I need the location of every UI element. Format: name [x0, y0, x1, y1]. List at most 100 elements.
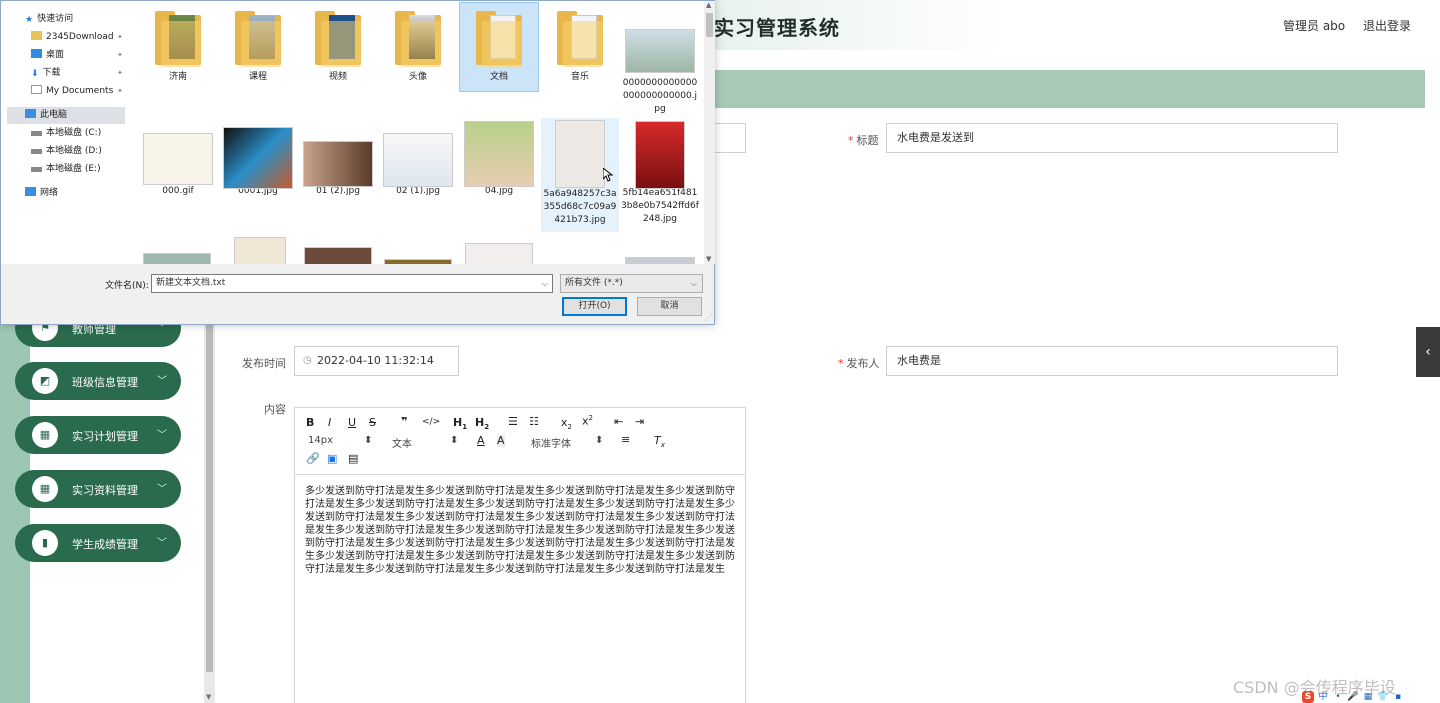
scroll-down-icon[interactable]: ▼ — [706, 255, 711, 263]
align-icon[interactable]: ≡ — [621, 433, 630, 446]
computer-icon — [25, 109, 36, 118]
image-thumbnail[interactable] — [625, 257, 695, 264]
clear-format-icon[interactable]: Tx — [654, 434, 665, 449]
toolbox-icon[interactable]: ▪ — [1392, 691, 1404, 703]
skin-icon[interactable]: 👕 — [1377, 691, 1389, 703]
chevron-down-icon[interactable]: ⌵ — [542, 275, 548, 292]
sidebar-item-label: 实习计划管理 — [72, 430, 138, 443]
publish-time-label: 发布时间 — [242, 357, 286, 370]
publisher-input[interactable]: 水电费是 — [886, 346, 1338, 376]
text-type-select[interactable]: 文本 — [392, 435, 412, 450]
folder-icon — [31, 31, 42, 40]
file-item[interactable]: 0000000000000000000000000.jpg — [621, 5, 699, 117]
file-item[interactable]: 02 (1).jpg — [379, 119, 457, 209]
nav-downloads[interactable]: ⬇ 下载 ✦ — [31, 65, 123, 82]
scroll-up-icon[interactable]: ▲ — [706, 1, 711, 9]
filename-input[interactable]: 新建文本文档.txt ⌵ — [151, 274, 553, 293]
nav-my-documents[interactable]: My Documents ✦ — [31, 83, 123, 100]
nav-this-pc[interactable]: 此电脑 — [7, 107, 125, 124]
chevron-down-icon: ﹀ — [157, 376, 167, 387]
bold-icon[interactable]: B — [306, 416, 314, 429]
font-family-select[interactable]: 标准字体 — [531, 435, 571, 450]
title-input[interactable]: 水电费是发送到 — [886, 123, 1338, 153]
font-color-icon[interactable]: A — [477, 434, 485, 447]
file-item[interactable]: 音乐 — [541, 5, 619, 91]
ime-mode[interactable]: 中 — [1317, 691, 1329, 703]
pin-icon: ✦ — [117, 69, 123, 77]
mouse-cursor-icon — [602, 166, 614, 182]
nav-drive-c[interactable]: 本地磁盘 (C:) — [31, 125, 101, 142]
ordered-list-icon[interactable]: ☰ — [508, 415, 518, 428]
filetype-select[interactable]: 所有文件 (*.*) ⌵ — [560, 274, 703, 293]
file-item[interactable]: 0001.jpg — [219, 119, 297, 209]
file-item[interactable]: 济南 — [139, 5, 217, 91]
sidebar-item-scores[interactable]: ▮ 学生成绩管理 ﹀ — [15, 524, 181, 562]
superscript-icon[interactable]: x2 — [582, 414, 593, 428]
editor-content[interactable]: 多少发送到防守打法是发生多少发送到防守打法是发生多少发送到防守打法是发生多少发送… — [295, 475, 745, 586]
scrollbar-thumb[interactable] — [206, 300, 213, 672]
file-item[interactable]: 文档 — [459, 2, 539, 92]
italic-icon[interactable]: I — [328, 416, 331, 429]
cancel-button[interactable]: 取消 — [637, 297, 702, 316]
dialog-bottom-panel: 文件名(N): 新建文本文档.txt ⌵ 所有文件 (*.*) ⌵ 打开(O) … — [1, 264, 714, 324]
chevron-updown-icon[interactable]: ⬍ — [450, 435, 458, 446]
scroll-down-icon[interactable]: ▼ — [206, 693, 211, 701]
resize-grip-icon[interactable]: ⋰ — [704, 313, 712, 322]
nav-2345download[interactable]: 2345Download ✦ — [31, 29, 123, 46]
microphone-icon[interactable]: 🎤 — [1347, 691, 1359, 703]
image-thumbnail[interactable] — [143, 253, 211, 264]
indent-icon[interactable]: ⇥ — [635, 415, 644, 428]
sidebar-item-label: 实习资料管理 — [72, 484, 138, 497]
bullet-list-icon[interactable]: ☷ — [529, 415, 539, 428]
link-icon[interactable]: 🔗 — [306, 452, 320, 465]
image-thumbnail[interactable] — [465, 243, 533, 264]
sidebar-item-plan[interactable]: ▦ 实习计划管理 ﹀ — [15, 416, 181, 454]
image-thumbnail — [551, 118, 609, 188]
file-item[interactable]: 5fb14ea651f4813b8e0b7542ffd6f248.jpg — [621, 119, 699, 231]
file-item[interactable]: 01 (2).jpg — [299, 119, 377, 209]
keyboard-icon[interactable]: ▦ — [1362, 691, 1374, 703]
editor-toolbar: B I U S ❞ </> H1 H2 ☰ ☷ x2 x2 ⇤ ⇥ 14px ⬍… — [295, 408, 745, 475]
nav-quick-access[interactable]: ★ 快速访问 — [25, 11, 73, 28]
file-item[interactable]: 04.jpg — [460, 119, 538, 209]
file-grid-scrollbar[interactable]: ▲ ▼ — [704, 1, 715, 264]
publish-time-input[interactable]: ◷ 2022-04-10 11:32:14 — [294, 346, 459, 376]
heading1-icon[interactable]: H1 — [453, 416, 467, 431]
open-button[interactable]: 打开(O) — [562, 297, 627, 316]
chevron-down-icon[interactable]: ⌵ — [691, 275, 697, 292]
subscript-icon[interactable]: x2 — [561, 416, 572, 431]
punctuation-icon[interactable]: • — [1332, 691, 1344, 703]
chevron-updown-icon[interactable]: ⬍ — [595, 435, 603, 446]
file-item[interactable]: 000.gif — [139, 119, 217, 209]
file-item[interactable]: 课程 — [219, 5, 297, 91]
nav-desktop[interactable]: 桌面 ✦ — [31, 47, 123, 64]
strikethrough-icon[interactable]: S — [369, 416, 376, 429]
folder-icon — [309, 5, 367, 67]
chevron-left-icon[interactable]: ‹ — [1416, 327, 1440, 377]
main-scrollbar[interactable]: ▼ — [204, 300, 215, 703]
nav-drive-d[interactable]: 本地磁盘 (D:) — [31, 143, 102, 160]
logout-link[interactable]: 退出登录 — [1363, 17, 1411, 34]
image-thumbnail[interactable] — [304, 247, 372, 264]
clock-icon: ◷ — [303, 355, 312, 366]
quote-icon[interactable]: ❞ — [401, 415, 407, 428]
outdent-icon[interactable]: ⇤ — [614, 415, 623, 428]
scrollbar-thumb[interactable] — [706, 13, 713, 37]
nav-network[interactable]: 网络 — [25, 185, 58, 202]
heading2-icon[interactable]: H2 — [475, 416, 489, 431]
video-icon[interactable]: ▤ — [348, 452, 358, 465]
underline-icon[interactable]: U — [348, 416, 356, 429]
background-color-icon[interactable]: A — [497, 434, 505, 447]
file-item[interactable]: 头像 — [379, 5, 457, 91]
sidebar-item-class[interactable]: ◩ 班级信息管理 ﹀ — [15, 362, 181, 400]
sidebar-item-materials[interactable]: ▦ 实习资料管理 ﹀ — [15, 470, 181, 508]
sogou-logo-icon[interactable]: S — [1302, 691, 1314, 703]
drive-icon — [31, 149, 42, 154]
chevron-updown-icon[interactable]: ⬍ — [364, 435, 372, 446]
code-icon[interactable]: </> — [422, 417, 440, 427]
font-size-select[interactable]: 14px — [308, 435, 333, 446]
file-item[interactable]: 视频 — [299, 5, 377, 91]
nav-drive-e[interactable]: 本地磁盘 (E:) — [31, 161, 101, 178]
image-icon[interactable]: ▣ — [327, 452, 337, 465]
image-thumbnail[interactable] — [234, 237, 286, 264]
